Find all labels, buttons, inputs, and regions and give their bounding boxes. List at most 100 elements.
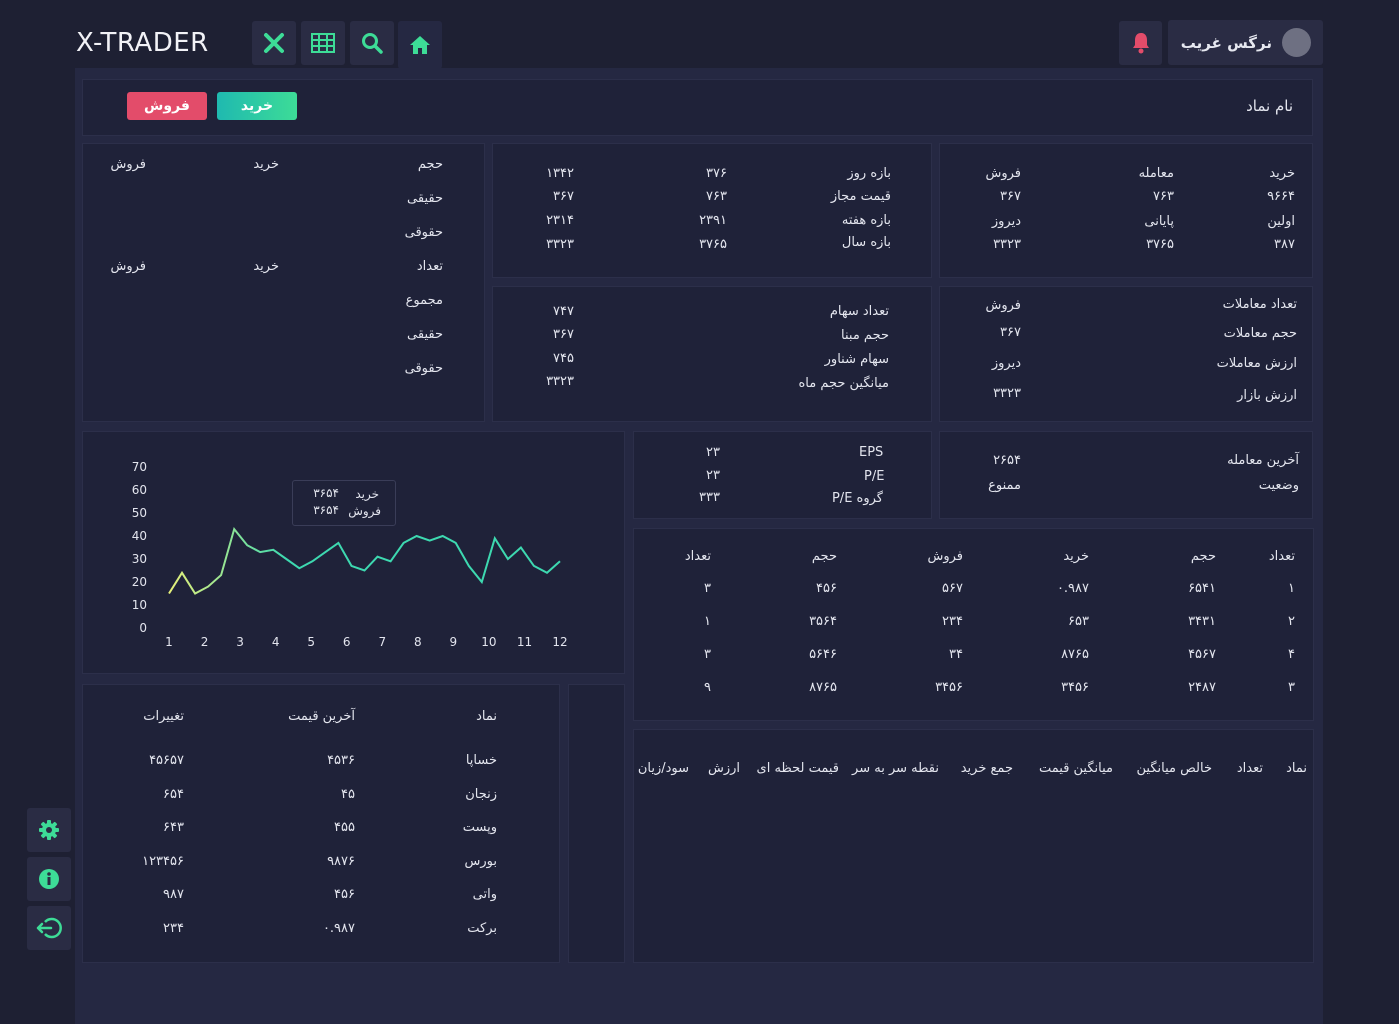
volume-label: حجم [417, 157, 443, 172]
home-button[interactable] [398, 21, 442, 69]
search-button[interactable] [350, 21, 394, 65]
real-label: حقیقی [407, 191, 443, 206]
range-value: ۷۶۳ [706, 189, 727, 204]
gear-icon [39, 820, 59, 840]
eps-label: EPS [859, 445, 884, 460]
depth-cell: ۴۵۶ [816, 581, 837, 596]
user-name: نرگس غریب [1180, 33, 1272, 52]
x-tick-label: 7 [378, 635, 386, 649]
notifications-button[interactable] [1119, 21, 1162, 65]
buy-button[interactable]: خرید [217, 92, 297, 120]
value-sell: ۳۶۷ [1000, 189, 1021, 204]
watchlist-cell: ۰.۹۸۷ [322, 920, 355, 936]
shares-label: سهام شناور [824, 352, 889, 367]
range-value: ۲۳۱۴ [546, 213, 574, 228]
depth-cell: ۱ [1288, 581, 1295, 596]
x-tick-label: 9 [450, 635, 458, 649]
portfolio-header-4: جمع خرید [960, 761, 1013, 776]
portfolio-header-8: سود/زیان [637, 761, 689, 776]
depth-header-1: حجم [1190, 549, 1216, 564]
trades-label: ارزش بازار [1237, 388, 1297, 403]
price-summary-panel [939, 143, 1313, 278]
range-label: بازه روز [847, 166, 891, 181]
x-button[interactable] [252, 21, 296, 65]
watchlist-cell: ۴۵ [341, 786, 355, 802]
trades-label: تعداد معاملات [1222, 297, 1297, 312]
depth-cell: ۳۵۶۴ [809, 614, 837, 629]
count-label: تعداد [416, 259, 443, 274]
user-menu[interactable]: نرگس غریب [1168, 20, 1323, 65]
group-pe-label: گروه P/E [831, 491, 883, 506]
logout-icon [36, 917, 62, 939]
shares-label: تعداد سهام [829, 304, 889, 319]
range-value: ۳۷۶ [706, 166, 727, 181]
depth-cell: ۹ [704, 680, 711, 695]
group-pe-value: ۳۳۳ [699, 490, 720, 505]
pe-label: P/E [864, 469, 885, 484]
volume-sell-header: فروش [110, 157, 146, 172]
x-tick-label: 12 [552, 635, 567, 649]
portfolio-header-2: خالص میانگین [1136, 761, 1212, 776]
y-tick-label: 10 [132, 598, 147, 612]
watchlist-cell: ۶۵۴ [163, 786, 184, 802]
depth-cell: ۳۴ [949, 647, 963, 662]
watchlist-cell: ۴۵۶ [334, 887, 355, 902]
depth-cell: ۴ [1288, 647, 1295, 662]
sell-button[interactable]: فروش [127, 92, 207, 120]
range-value: ۱۳۴۲ [546, 166, 574, 181]
watchlist-header-1: آخرین قیمت [288, 709, 355, 724]
shares-value: ۷۴۵ [553, 351, 574, 366]
portfolio-header-6: قیمت لحظه ای [756, 761, 839, 776]
depth-header-5: تعداد [684, 549, 711, 564]
depth-cell: ۳ [704, 581, 711, 596]
header-sell: فروش [985, 166, 1021, 181]
tooltip-buy-value: ۳۶۵۴ [313, 486, 339, 500]
depth-header-0: تعداد [1268, 549, 1295, 564]
x-tick-label: 5 [307, 635, 315, 649]
logout-button[interactable] [27, 906, 71, 950]
status-label: وضعیت [1258, 478, 1299, 493]
count-sell-header: فروش [110, 259, 146, 274]
table-button[interactable] [301, 21, 345, 65]
shares-label: میانگین حجم ماه [798, 376, 889, 391]
depth-cell: ۸۷۶۵ [809, 680, 837, 695]
depth-cell: ۳۴۳۱ [1188, 614, 1216, 629]
info-button[interactable] [27, 857, 71, 901]
real-label: حقیقی [407, 327, 443, 342]
trades-value: دیروز [991, 356, 1021, 371]
value-buy: ۹۶۶۴ [1267, 189, 1295, 204]
shares-value: ۳۳۲۳ [546, 374, 574, 389]
price-line-series [168, 526, 561, 595]
watchlist-cell: ۹۸۷۶ [327, 853, 355, 869]
portfolio-header-3: میانگین قیمت [1038, 761, 1113, 776]
depth-cell: ۵۶۷ [942, 581, 963, 596]
depth-cell: ۴۵۶۷ [1188, 647, 1216, 662]
header-yesterday: دیروز [991, 214, 1021, 229]
watchlist-cell: ۴۵۶۵۷ [149, 753, 184, 768]
last-trade-value: ۲۶۵۴ [993, 453, 1021, 468]
app-logo: X-TRADER [76, 28, 209, 58]
value-trade: ۷۶۳ [1153, 189, 1174, 204]
settings-button[interactable] [27, 808, 71, 852]
watchlist-cell: خساپا [465, 753, 497, 768]
legal-label: حقوقی [404, 361, 443, 376]
watchlist-cell: برکت [467, 920, 497, 936]
x-tick-label: 10 [481, 635, 496, 649]
y-tick-label: 50 [132, 506, 147, 520]
price-chart: 010203040506070 1 2 3 4 5 6 7 8 9 10 11 12 [132, 460, 568, 649]
count-buy-header: خرید [253, 259, 279, 274]
value-last: ۳۷۶۵ [1146, 237, 1174, 252]
x-tick-label: 4 [272, 635, 280, 649]
empty-side-panel [568, 684, 625, 963]
shares-value: ۷۴۷ [553, 304, 574, 319]
depth-cell: ۳ [704, 647, 711, 662]
range-value: ۳۳۲۳ [546, 237, 574, 252]
depth-header-4: حجم [811, 549, 837, 564]
legal-label: حقوقی [404, 225, 443, 240]
depth-header-2: خرید [1063, 549, 1089, 564]
trades-value: فروش [985, 298, 1021, 313]
chart-tooltip: خرید ۳۶۵۴ فروش ۳۶۵۴ [292, 480, 396, 526]
avatar [1282, 28, 1311, 57]
watchlist-cell: ۴۵۳۶ [327, 753, 355, 768]
portfolio-header-7: ارزش [707, 761, 740, 776]
